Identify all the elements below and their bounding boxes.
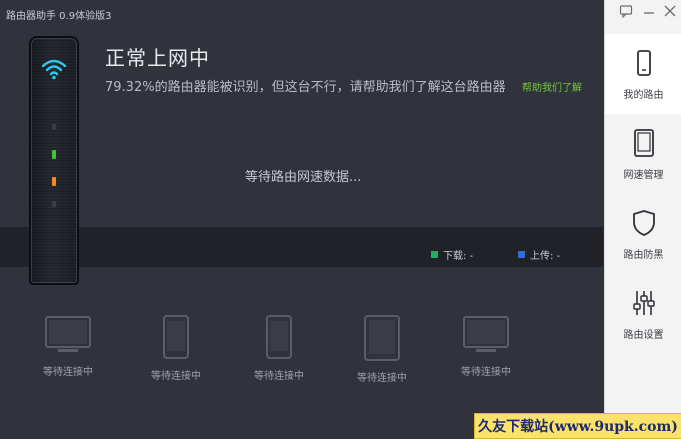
speed-waiting-text: 等待路由网速数据... [245, 170, 362, 185]
minimize-icon[interactable] [642, 4, 656, 18]
sliders-icon [633, 291, 655, 315]
router-led-4 [52, 201, 56, 207]
download-legend: 下载: - [431, 247, 473, 262]
app-window: 路由器助手 0.9体验版3 正常上网中 79.32%的路由器能被识别，但这台不行… [0, 0, 681, 439]
upload-label: 上传: - [530, 251, 561, 262]
sidebar-item-label: 路由防黑 [623, 250, 664, 261]
sidebar-item-router-settings[interactable]: 路由设置 [605, 274, 681, 354]
upload-legend: 上传: - [518, 247, 560, 262]
wifi-icon [41, 59, 67, 80]
sidebar-item-speed-management[interactable]: 网速管理 [605, 114, 681, 194]
device-slot-4[interactable]: 等待连接中 [342, 315, 422, 384]
sidebar: 我的路由 网速管理 路由防黑 路由设置 [604, 0, 681, 439]
device-slot-1[interactable]: 等待连接中 [28, 315, 108, 378]
device-status-label: 等待连接中 [461, 367, 511, 378]
sidebar-item-label: 我的路由 [623, 90, 664, 101]
device-slot-5[interactable]: 等待连接中 [446, 315, 526, 378]
tablet-icon [634, 129, 654, 157]
sidebar-item-label: 网速管理 [623, 170, 664, 181]
sidebar-item-label: 路由设置 [623, 330, 664, 341]
router-led-3 [52, 177, 56, 186]
main-panel: 路由器助手 0.9体验版3 正常上网中 79.32%的路由器能被识别，但这台不行… [0, 0, 603, 439]
connection-status-title: 正常上网中 [105, 46, 210, 70]
router-led-1 [52, 124, 56, 130]
watermark-banner: 久友下载站(www.9upk.com) [474, 413, 681, 439]
router-led-2 [52, 150, 56, 159]
router-icon [637, 50, 651, 76]
help-us-link[interactable]: 帮助我们了解 [522, 79, 582, 94]
phone-icon [163, 315, 189, 359]
download-label: 下载: - [443, 251, 474, 262]
device-slot-2[interactable]: 等待连接中 [136, 315, 216, 382]
device-status-label: 等待连接中 [254, 371, 304, 382]
device-status-label: 等待连接中 [357, 373, 407, 384]
monitor-icon [463, 316, 509, 352]
shield-icon [633, 210, 655, 236]
monitor-icon [45, 316, 91, 352]
device-status-label: 等待连接中 [43, 367, 93, 378]
device-slot-3[interactable]: 等待连接中 [239, 315, 319, 382]
sidebar-item-my-router[interactable]: 我的路由 [605, 34, 681, 114]
phone-icon [266, 315, 292, 359]
window-title: 路由器助手 0.9体验版3 [6, 11, 112, 22]
router-illustration [29, 36, 79, 285]
feedback-icon[interactable] [619, 4, 633, 18]
sidebar-item-anti-hack[interactable]: 路由防黑 [605, 194, 681, 274]
device-status-label: 等待连接中 [151, 371, 201, 382]
upload-swatch [518, 251, 525, 258]
download-swatch [431, 251, 438, 258]
tablet-icon [364, 315, 400, 361]
close-icon[interactable] [663, 4, 677, 18]
speed-banner [0, 227, 603, 267]
recognition-message: 79.32%的路由器能被识别，但这台不行，请帮助我们了解这台路由器 [105, 80, 506, 95]
